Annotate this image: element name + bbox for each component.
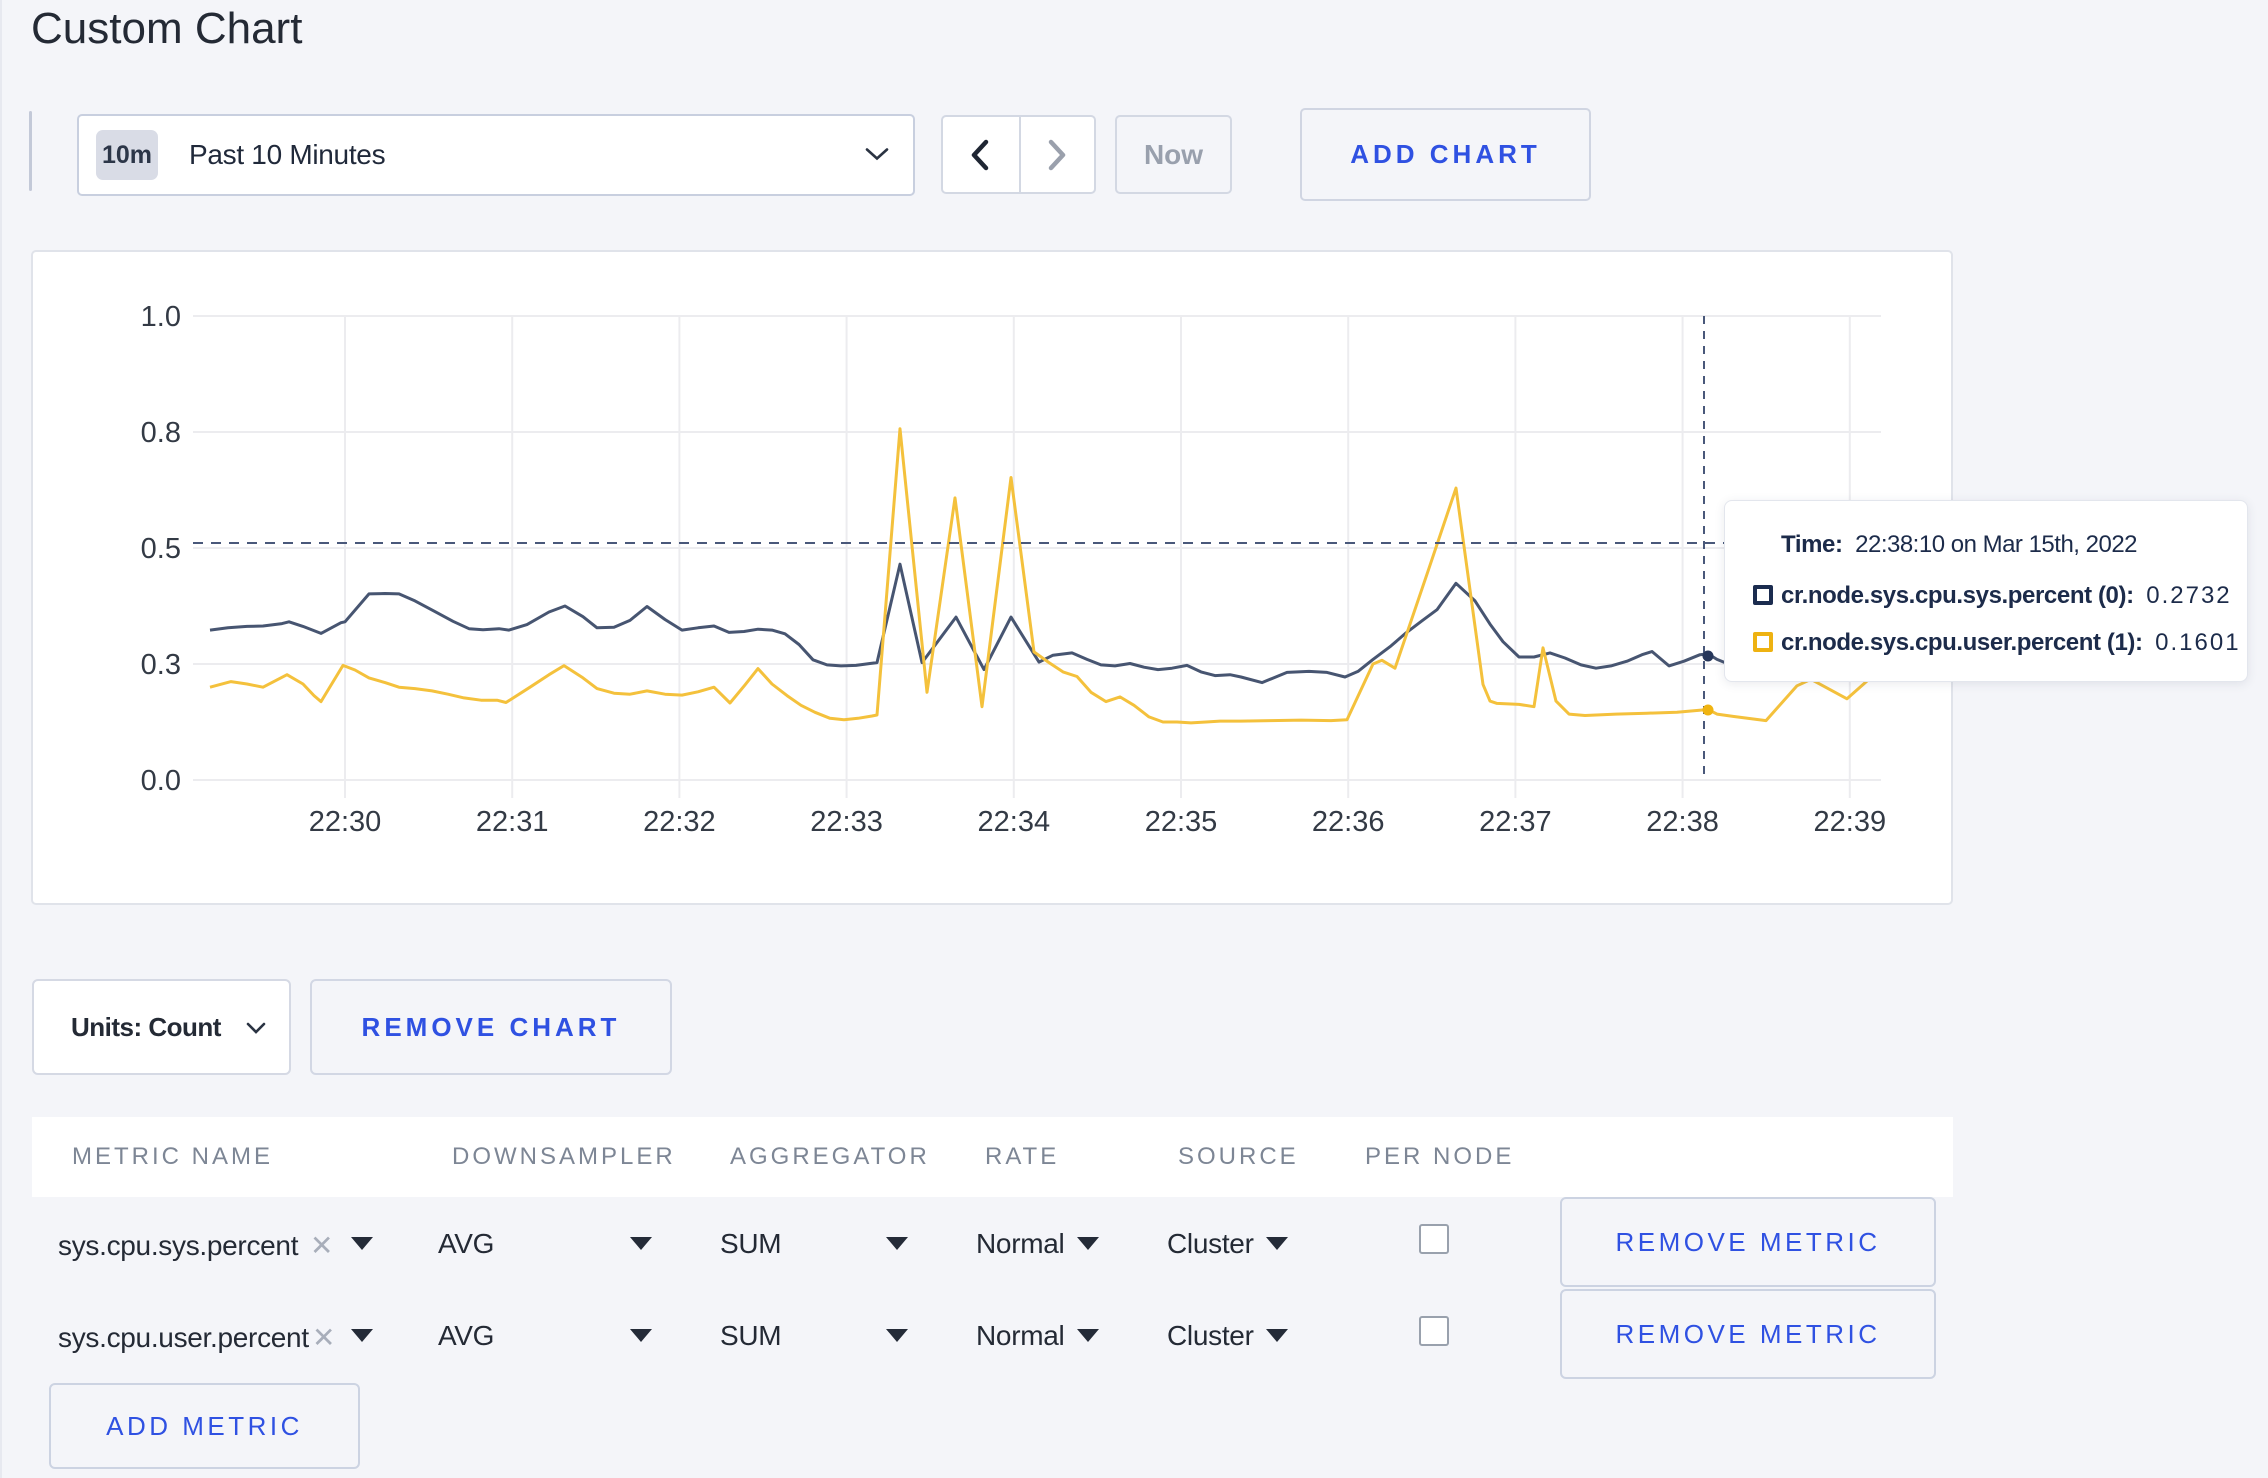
svg-text:1.0: 1.0 (141, 301, 181, 333)
svg-text:0.5: 0.5 (141, 533, 181, 565)
svg-text:22:32: 22:32 (643, 806, 716, 838)
svg-text:22:31: 22:31 (476, 806, 549, 838)
svg-text:22:33: 22:33 (810, 806, 883, 838)
svg-text:22:39: 22:39 (1814, 806, 1887, 838)
svg-text:0.8: 0.8 (141, 417, 181, 449)
svg-text:22:36: 22:36 (1312, 806, 1385, 838)
svg-text:22:38: 22:38 (1646, 806, 1719, 838)
svg-text:22:37: 22:37 (1479, 806, 1552, 838)
svg-text:22:35: 22:35 (1145, 806, 1218, 838)
svg-text:0.0: 0.0 (141, 765, 181, 797)
svg-text:22:30: 22:30 (309, 806, 382, 838)
svg-text:22:34: 22:34 (978, 806, 1051, 838)
svg-text:0.3: 0.3 (141, 649, 181, 681)
